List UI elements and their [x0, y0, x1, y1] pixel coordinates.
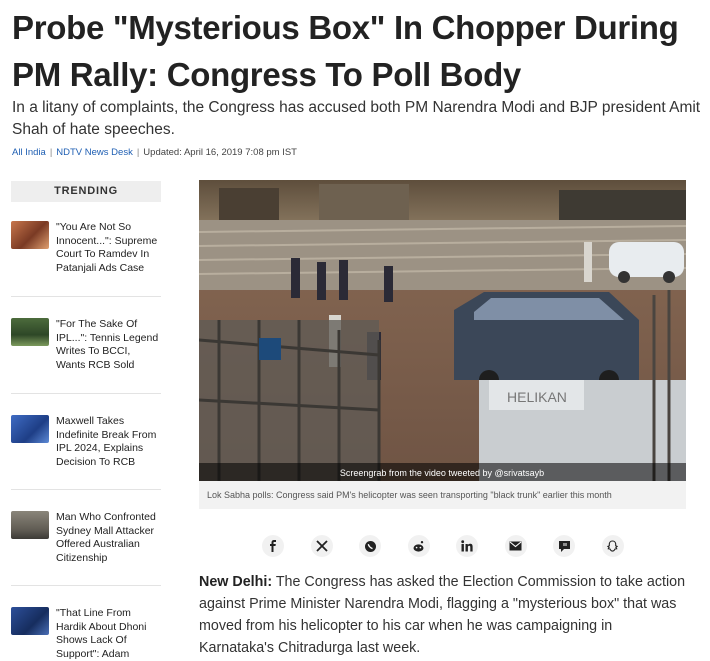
article-meta: All India | NDTV News Desk | Updated: April … — [12, 147, 297, 158]
whatsapp-icon[interactable] — [359, 535, 382, 557]
trending-thumbnail[interactable] — [11, 415, 49, 443]
trending-item-title[interactable]: Man Who Confronted Sydney Mall Attacker … — [56, 511, 161, 565]
article-headline: Probe "Mysterious Box" In Chopper During… — [12, 9, 679, 93]
trending-item[interactable]: "That Line From Hardik About Dhoni Shows… — [11, 607, 161, 661]
trending-thumbnail[interactable] — [11, 607, 49, 635]
trending-item-title[interactable]: "For The Sake Of IPL...": Tennis Legend … — [56, 318, 161, 372]
divider — [11, 489, 161, 490]
email-icon[interactable] — [504, 535, 527, 557]
article-video[interactable]: HELIKAN Screengrab from the video tweete… — [199, 180, 686, 481]
trending-thumbnail[interactable] — [11, 221, 49, 249]
body-paragraph: The Congress has asked the Election Comm… — [199, 574, 686, 656]
trending-thumbnail[interactable] — [11, 511, 49, 539]
divider — [11, 585, 161, 586]
trending-heading: TRENDING — [11, 181, 161, 202]
divider — [11, 296, 161, 297]
snapchat-icon[interactable] — [601, 535, 624, 557]
media-caption: Lok Sabha polls: Congress said PM's heli… — [199, 481, 686, 509]
linkedin-icon[interactable] — [456, 535, 479, 557]
meta-separator: | — [49, 147, 53, 158]
divider — [11, 393, 161, 394]
meta-separator: | — [136, 147, 140, 158]
trending-item[interactable]: "You Are Not So Innocent...": Supreme Co… — [11, 221, 161, 275]
trending-item[interactable]: Maxwell Takes Indefinite Break From IPL … — [11, 415, 161, 469]
trending-thumbnail[interactable] — [11, 318, 49, 346]
trending-item-title[interactable]: Maxwell Takes Indefinite Break From IPL … — [56, 415, 161, 469]
dateline: New Delhi: — [199, 574, 273, 590]
article-body: New Delhi: The Congress has asked the El… — [199, 571, 686, 659]
facebook-icon[interactable] — [262, 535, 284, 557]
video-frame: HELIKAN Screengrab from the video tweete… — [199, 180, 686, 481]
trending-item-title[interactable]: "That Line From Hardik About Dhoni Shows… — [56, 607, 161, 661]
article-summary: In a litany of complaints, the Congress … — [12, 99, 701, 138]
trending-item[interactable]: Man Who Confronted Sydney Mall Attacker … — [11, 511, 161, 565]
video-overlay-text: Screengrab from the video tweeted by @sr… — [340, 468, 544, 478]
share-bar — [262, 535, 624, 557]
reddit-icon[interactable] — [407, 535, 430, 557]
trending-item-title[interactable]: "You Are Not So Innocent...": Supreme Co… — [56, 221, 161, 275]
x-icon[interactable] — [310, 535, 333, 557]
updated-timestamp: Updated: April 16, 2019 7:08 pm IST — [143, 147, 297, 158]
category-link[interactable]: All India — [12, 147, 46, 158]
vehicle-text: HELIKAN — [507, 389, 567, 405]
comment-icon[interactable] — [553, 535, 576, 557]
trending-item[interactable]: "For The Sake Of IPL...": Tennis Legend … — [11, 318, 161, 372]
author-link[interactable]: NDTV News Desk — [56, 147, 133, 158]
